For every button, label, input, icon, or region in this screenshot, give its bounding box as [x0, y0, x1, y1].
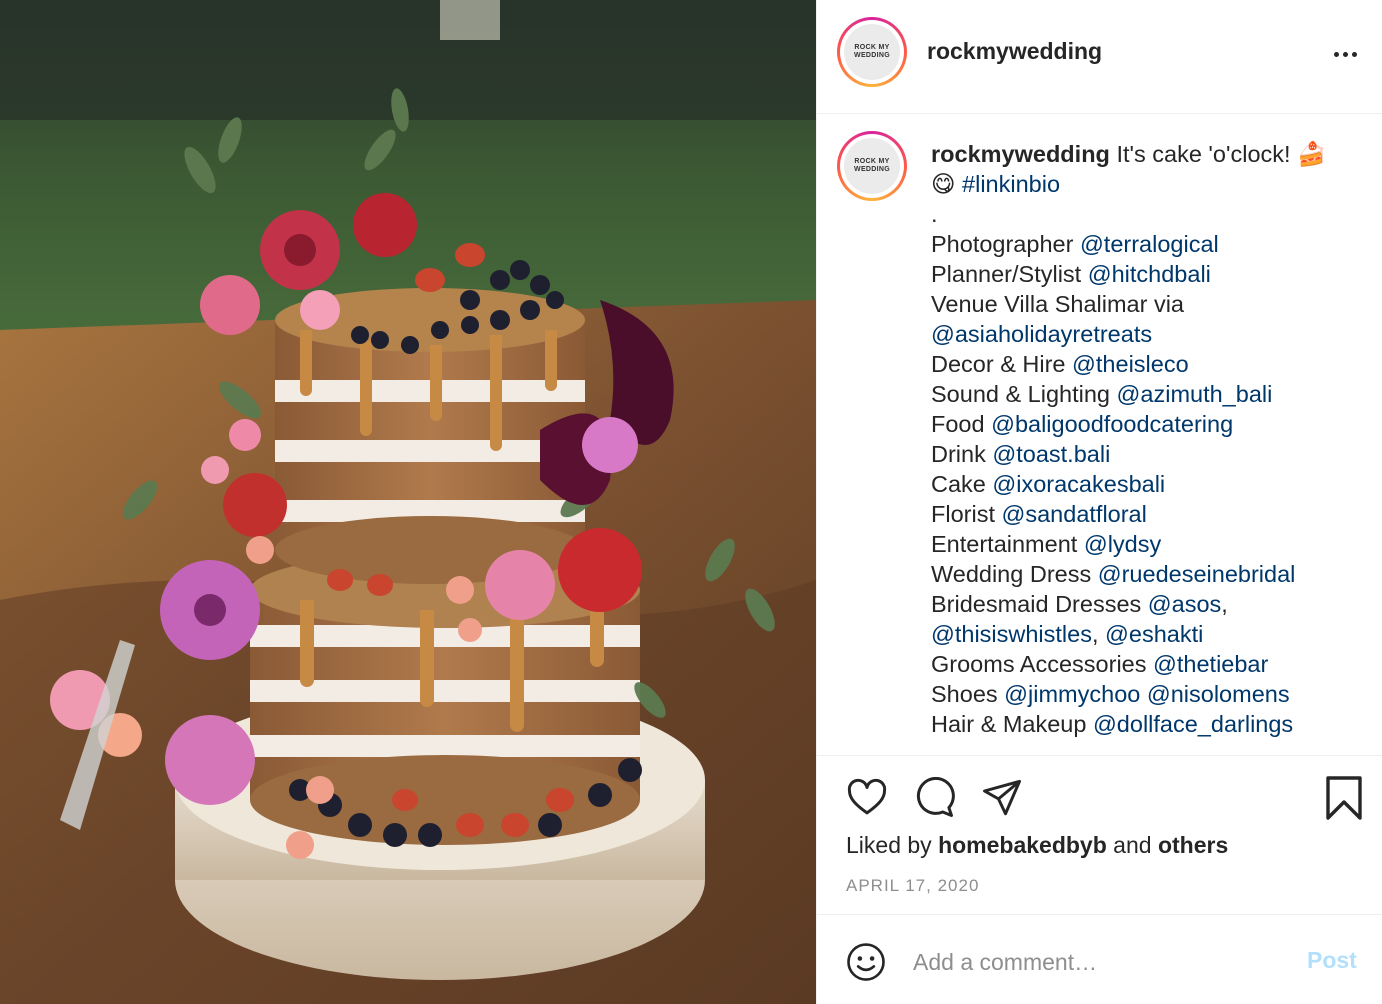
caption-text: 😋 [931, 171, 963, 197]
share-icon[interactable] [980, 776, 1024, 820]
mention-link[interactable]: @azimuth_bali [1117, 381, 1273, 407]
post-details-panel: ROCK MY WEDDING rockmywedding ROCK MY WE… [816, 0, 1382, 1004]
mention-link[interactable]: @dollface_darlings [1093, 711, 1293, 737]
caption-text: Florist [931, 501, 1002, 527]
caption-avatar[interactable]: ROCK MY WEDDING [837, 131, 907, 201]
post-photo[interactable] [0, 0, 816, 1004]
mention-link[interactable]: @thisiswhistles [931, 621, 1092, 647]
caption-text: Venue Villa Shalimar via [931, 291, 1184, 317]
caption-text: Decor & Hire [931, 351, 1073, 377]
divider [817, 755, 1382, 756]
caption-line: Photographer @terralogical [931, 229, 1371, 259]
caption-text: Planner/Stylist [931, 261, 1088, 287]
caption-line: Venue Villa Shalimar via [931, 289, 1371, 319]
more-horizontal-icon[interactable] [1329, 40, 1361, 68]
caption-line: Sound & Lighting @azimuth_bali [931, 379, 1371, 409]
avatar-logo: ROCK MY WEDDING [844, 24, 900, 80]
caption-text: Cake [931, 471, 993, 497]
mention-link[interactable]: @asos [1148, 591, 1222, 617]
comment-icon[interactable] [912, 776, 956, 820]
avatar[interactable]: ROCK MY WEDDING [837, 17, 907, 87]
mention-link[interactable]: @hitchdbali [1088, 261, 1211, 287]
caption-line: @thisiswhistles, @eshakti [931, 619, 1371, 649]
caption-separator: , [1221, 591, 1228, 617]
mention-link[interactable]: @ruedeseinebridal [1098, 561, 1296, 587]
caption-text: Wedding Dress [931, 561, 1098, 587]
caption-text: Photographer [931, 231, 1080, 257]
post-caption: rockmywedding It's cake 'o'clock! 🍰 😋 #li… [931, 139, 1371, 739]
likes-others-link[interactable]: others [1158, 832, 1228, 858]
caption-text: Bridesmaid Dresses [931, 591, 1148, 617]
caption-text: Drink [931, 441, 993, 467]
mention-link[interactable]: @jimmychoo [1004, 681, 1140, 707]
mention-link[interactable]: @nisolomens [1147, 681, 1290, 707]
caption-line: 😋 #linkinbio [931, 169, 1371, 199]
comment-input[interactable] [913, 945, 1293, 979]
hashtag-link[interactable]: #linkinbio [962, 171, 1060, 197]
heart-icon[interactable] [845, 776, 889, 820]
comment-box: Post [817, 915, 1382, 1004]
caption-username[interactable]: rockmywedding [931, 141, 1110, 167]
caption-line: Cake @ixoracakesbali [931, 469, 1371, 499]
caption-line: Decor & Hire @theisleco [931, 349, 1371, 379]
mention-link[interactable]: @lydsy [1084, 531, 1161, 557]
mention-link[interactable]: @theisleco [1072, 351, 1189, 377]
header-username[interactable]: rockmywedding [927, 38, 1102, 65]
action-bar [817, 770, 1382, 826]
caption-line: Bridesmaid Dresses @asos, [931, 589, 1371, 619]
bookmark-icon[interactable] [1322, 776, 1366, 820]
caption-text: . [931, 201, 938, 227]
caption-text: Hair & Makeup [931, 711, 1093, 737]
mention-link[interactable]: @toast.bali [992, 441, 1110, 467]
likes-summary: Liked by homebakedbyb and others [846, 832, 1229, 858]
caption-line: Drink @toast.bali [931, 439, 1371, 469]
post-date[interactable]: APRIL 17, 2020 [846, 876, 979, 896]
mention-link[interactable]: @sandatfloral [1002, 501, 1147, 527]
caption-line: Planner/Stylist @hitchdbali [931, 259, 1371, 289]
liked-by-user[interactable]: homebakedbyb [938, 832, 1107, 858]
caption-separator: , [1091, 621, 1106, 647]
caption-line: @asiaholidayretreats [931, 319, 1371, 349]
caption-text: It's cake 'o'clock! 🍰 [1116, 141, 1327, 167]
smiley-icon[interactable] [845, 941, 887, 983]
avatar-logo: ROCK MY WEDDING [844, 138, 900, 194]
caption-line: Food @baligoodfoodcatering [931, 409, 1371, 439]
mention-link[interactable]: @baligoodfoodcatering [991, 411, 1233, 437]
caption-line: Grooms Accessories @thetiebar [931, 649, 1371, 679]
caption-line: . [931, 199, 1371, 229]
caption-text: Entertainment [931, 531, 1084, 557]
mention-link[interactable]: @eshakti [1105, 621, 1203, 647]
caption-area: ROCK MY WEDDING rockmywedding It's cake … [817, 115, 1382, 755]
caption-line: Shoes @jimmychoo @nisolomens [931, 679, 1371, 709]
mention-link[interactable]: @asiaholidayretreats [931, 321, 1152, 347]
caption-line: Hair & Makeup @dollface_darlings [931, 709, 1371, 739]
caption-text: Shoes [931, 681, 1005, 707]
caption-line: Entertainment @lydsy [931, 529, 1371, 559]
mention-link[interactable]: @thetiebar [1153, 651, 1268, 677]
mention-link[interactable]: @terralogical [1080, 231, 1219, 257]
caption-line: rockmywedding It's cake 'o'clock! 🍰 [931, 139, 1371, 169]
mention-link[interactable]: @ixoracakesbali [992, 471, 1165, 497]
caption-text: Food [931, 411, 992, 437]
caption-text: Sound & Lighting [931, 381, 1117, 407]
post-header: ROCK MY WEDDING rockmywedding [817, 0, 1382, 114]
caption-line: Florist @sandatfloral [931, 499, 1371, 529]
post-comment-button[interactable]: Post [1307, 947, 1357, 974]
caption-text: Grooms Accessories [931, 651, 1154, 677]
caption-line: Wedding Dress @ruedeseinebridal [931, 559, 1371, 589]
cake-photo-illustration [0, 0, 816, 1004]
